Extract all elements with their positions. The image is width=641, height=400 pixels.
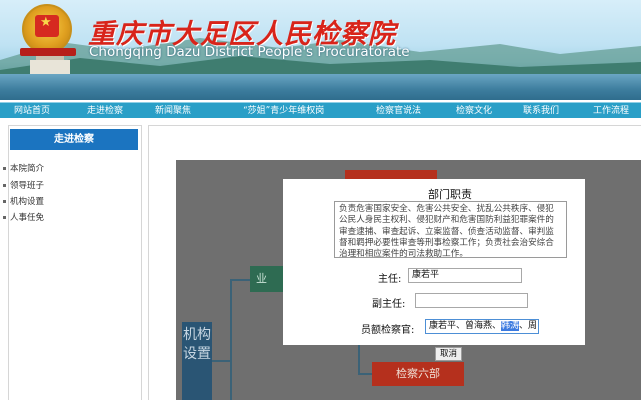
prosecutors-selected-text: 韩涛 xyxy=(501,321,520,331)
sidebar-item-departments[interactable]: 机构设置 xyxy=(3,197,44,208)
nav-item-workflow[interactable]: 工作流程 xyxy=(593,105,629,117)
dialog-title: 部门职责 xyxy=(428,188,472,201)
org-connector xyxy=(230,279,232,400)
org-connector xyxy=(230,279,250,281)
main-nav: 网站首页 走进检察 新闻聚焦 “莎姐”青少年维权岗 检察官说法 检察文化 联系我… xyxy=(0,102,641,118)
org-box-department-six[interactable]: 检察六部 xyxy=(372,362,464,386)
org-connector xyxy=(212,360,232,362)
nav-item-home[interactable]: 网站首页 xyxy=(14,105,50,117)
sidebar-item-intro[interactable]: 本院简介 xyxy=(3,164,44,175)
nav-item-culture[interactable]: 检察文化 xyxy=(456,105,492,117)
site-banner: ★ 重庆市大足区人民检察院 Chongqing Dazu District Pe… xyxy=(0,0,641,100)
nav-item-contact[interactable]: 联系我们 xyxy=(523,105,559,117)
lake-graphic xyxy=(0,74,641,100)
nav-item-news[interactable]: 新闻聚焦 xyxy=(155,105,191,117)
site-title-english: Chongqing Dazu District People's Procura… xyxy=(89,44,410,60)
nav-item-about[interactable]: 走进检察 xyxy=(87,105,123,117)
org-box-business[interactable]: 业 xyxy=(250,266,284,292)
prosecutors-input[interactable]: 康若平、曾海燕、韩涛、周 xyxy=(425,319,539,334)
emblem-ribbon xyxy=(20,48,76,56)
deputy-chief-label: 副主任: xyxy=(372,299,406,310)
prosecutors-text-tail: 、周 xyxy=(519,321,538,331)
sidebar-item-leadership[interactable]: 领导班子 xyxy=(3,181,44,192)
deputy-chief-input[interactable] xyxy=(415,293,528,308)
sidebar-header: 走进检察 xyxy=(10,129,138,150)
procuratorate-emblem-icon: ★ xyxy=(22,4,72,54)
org-connector xyxy=(358,345,360,375)
pavilion-graphic xyxy=(30,60,70,74)
nav-item-youth-rights[interactable]: “莎姐”青少年维权岗 xyxy=(243,105,324,117)
sidebar-item-appointments[interactable]: 人事任免 xyxy=(3,213,44,224)
cancel-button[interactable]: 取消 xyxy=(435,347,462,361)
chief-label: 主任: xyxy=(378,274,402,285)
prosecutors-text: 康若平、曾海燕、 xyxy=(429,321,502,331)
prosecutors-label: 员额检察官: xyxy=(361,325,415,336)
nav-item-prosecutor-talk[interactable]: 检察官说法 xyxy=(376,105,421,117)
org-box-institutions[interactable]: 机构设置 xyxy=(182,322,212,400)
org-connector xyxy=(358,373,372,375)
chief-input[interactable]: 康若平 xyxy=(408,268,522,283)
duties-textarea[interactable]: 负责危害国家安全、危害公共安全、扰乱公共秩序、侵犯公民人身民主权利、侵犯财产和危… xyxy=(334,201,567,258)
